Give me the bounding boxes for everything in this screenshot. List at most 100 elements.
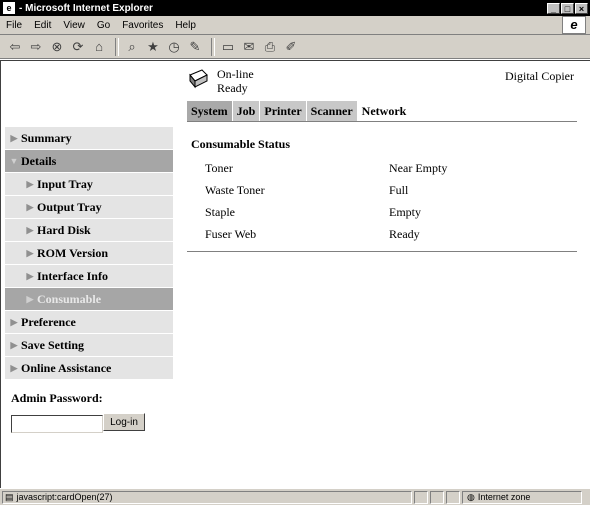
triangle-right-icon: ▶ xyxy=(10,316,18,327)
consumable-item: Fuser Web xyxy=(205,226,257,241)
triangle-right-icon: ▶ xyxy=(10,362,18,373)
menu-bar: File Edit View Go Favorites Help e xyxy=(0,16,590,35)
status-ready: Ready xyxy=(217,81,248,95)
consumable-value: Empty xyxy=(389,204,421,219)
sidebar-item-online-assistance[interactable]: ▶ Online Assistance xyxy=(5,357,173,380)
tab-bar: System Job Printer Scanner Network xyxy=(187,101,411,121)
print-icon[interactable]: ⎙ xyxy=(261,38,279,56)
menu-go[interactable]: Go xyxy=(91,20,116,31)
window-title-bar: e - Microsoft Internet Explorer _ □ × xyxy=(0,0,590,16)
security-zone-panel: ◍ Internet zone xyxy=(462,490,582,504)
sidebar-item-label: Online Assistance xyxy=(21,360,112,375)
security-zone: Internet zone xyxy=(477,492,531,502)
maximize-button[interactable]: □ xyxy=(561,2,574,14)
ie-logo-icon: e xyxy=(562,16,586,34)
toolbar-separator xyxy=(211,37,215,56)
sidebar-item-label: Interface Info xyxy=(37,268,108,283)
consumable-table: Toner Near Empty Waste Toner Full Staple… xyxy=(205,157,509,245)
admin-password-input[interactable] xyxy=(11,415,103,433)
login-button[interactable]: Log-in xyxy=(103,413,145,431)
triangle-right-icon: ▶ xyxy=(26,247,34,258)
menu-favorites[interactable]: Favorites xyxy=(116,20,169,31)
sidebar-item-label: Summary xyxy=(21,130,72,145)
sidebar-item-input-tray[interactable]: ▶ Input Tray xyxy=(5,173,173,196)
sidebar-item-hard-disk[interactable]: ▶ Hard Disk xyxy=(5,219,173,242)
admin-password-label: Admin Password: xyxy=(11,391,103,405)
sidebar-item-label: Details xyxy=(21,153,57,168)
sidebar: ▶ Summary ▼ Details ▶ Input Tray ▶ Outpu… xyxy=(5,127,173,380)
sidebar-item-preference[interactable]: ▶ Preference xyxy=(5,311,173,334)
menu-file[interactable]: File xyxy=(0,20,28,31)
status-text: javascript:cardOpen(27) xyxy=(16,492,113,502)
consumable-value: Full xyxy=(389,182,409,197)
triangle-right-icon: ▶ xyxy=(26,293,34,304)
sidebar-item-interface-info[interactable]: ▶ Interface Info xyxy=(5,265,173,288)
triangle-right-icon: ▶ xyxy=(10,339,18,350)
sidebar-item-label: Save Setting xyxy=(21,337,84,352)
status-text-panel: ▤ javascript:cardOpen(27) xyxy=(2,490,412,504)
sidebar-item-label: ROM Version xyxy=(37,245,109,260)
tab-network[interactable]: Network xyxy=(357,101,411,121)
history-icon[interactable]: ◷ xyxy=(165,38,183,56)
window-controls: _ □ × xyxy=(547,2,588,14)
triangle-right-icon: ▶ xyxy=(26,178,34,189)
table-row: Fuser Web Ready xyxy=(205,223,509,245)
sidebar-item-label: Input Tray xyxy=(37,176,93,191)
page-content: On-line Ready Digital Copier System Job … xyxy=(0,60,590,488)
consumable-item: Toner xyxy=(205,160,233,175)
device-status: On-line Ready xyxy=(187,67,254,95)
stop-icon[interactable]: ⊗ xyxy=(48,38,66,56)
toolbar-separator xyxy=(115,37,119,56)
sidebar-item-label: Preference xyxy=(21,314,76,329)
status-cell xyxy=(446,490,460,504)
tab-system[interactable]: System xyxy=(187,101,232,121)
menu-help[interactable]: Help xyxy=(169,20,202,31)
table-row: Waste Toner Full xyxy=(205,179,509,201)
channels-icon[interactable]: ✎ xyxy=(186,38,204,56)
consumable-value: Ready xyxy=(389,226,420,241)
refresh-icon[interactable]: ⟳ xyxy=(69,38,87,56)
sidebar-item-rom-version[interactable]: ▶ ROM Version xyxy=(5,242,173,265)
sidebar-item-label: Output Tray xyxy=(37,199,102,214)
sidebar-item-output-tray[interactable]: ▶ Output Tray xyxy=(5,196,173,219)
window-title: - Microsoft Internet Explorer xyxy=(19,2,153,14)
tab-scanner[interactable]: Scanner xyxy=(306,101,357,121)
fullscreen-icon[interactable]: ▭ xyxy=(219,38,237,56)
mail-icon[interactable]: ✉ xyxy=(240,38,258,56)
sidebar-item-save-setting[interactable]: ▶ Save Setting xyxy=(5,334,173,357)
edit-icon[interactable]: ✐ xyxy=(282,38,300,56)
section-title: Consumable Status xyxy=(191,137,291,151)
consumable-value: Near Empty xyxy=(389,160,448,175)
device-name: Digital Copier xyxy=(505,69,574,83)
sidebar-item-summary[interactable]: ▶ Summary xyxy=(5,127,173,150)
triangle-right-icon: ▶ xyxy=(10,132,18,143)
page-icon: ▤ xyxy=(5,491,14,502)
favorites-icon[interactable]: ★ xyxy=(144,38,162,56)
status-bar: ▤ javascript:cardOpen(27) ◍ Internet zon… xyxy=(0,488,590,505)
toolbar: ⇦ ⇨ ⊗ ⟳ ⌂ ⌕ ★ ◷ ✎ ▭ ✉ ⎙ ✐ xyxy=(0,35,590,59)
table-row: Toner Near Empty xyxy=(205,157,509,179)
status-text: On-line Ready xyxy=(217,67,254,95)
menu-view[interactable]: View xyxy=(57,20,91,31)
menu-edit[interactable]: Edit xyxy=(28,20,57,31)
back-icon[interactable]: ⇦ xyxy=(6,38,24,56)
printer-icon xyxy=(189,69,208,89)
tab-printer[interactable]: Printer xyxy=(260,101,306,121)
sidebar-item-consumable[interactable]: ▶ Consumable xyxy=(5,288,173,311)
triangle-right-icon: ▶ xyxy=(26,201,34,212)
search-icon[interactable]: ⌕ xyxy=(123,38,141,56)
ie-app-icon[interactable]: e xyxy=(3,2,15,14)
content-divider xyxy=(187,251,577,252)
tab-job[interactable]: Job xyxy=(232,101,260,121)
globe-icon: ◍ xyxy=(467,491,475,502)
close-button[interactable]: × xyxy=(575,2,588,14)
consumable-item: Staple xyxy=(205,204,235,219)
table-row: Staple Empty xyxy=(205,201,509,223)
triangle-right-icon: ▶ xyxy=(26,224,34,235)
home-icon[interactable]: ⌂ xyxy=(90,38,108,56)
sidebar-item-label: Hard Disk xyxy=(37,222,91,237)
status-cell xyxy=(414,490,428,504)
sidebar-item-details[interactable]: ▼ Details xyxy=(5,150,173,173)
forward-icon[interactable]: ⇨ xyxy=(27,38,45,56)
minimize-button[interactable]: _ xyxy=(547,2,560,14)
